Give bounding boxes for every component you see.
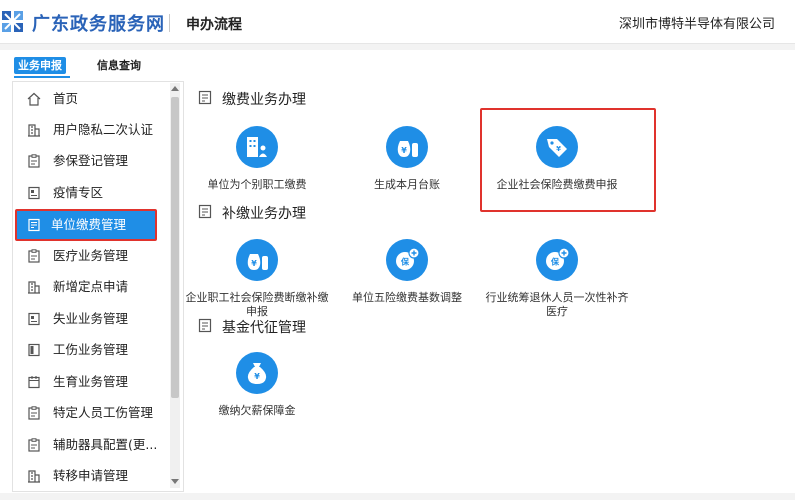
svg-text:¥: ¥: [254, 372, 260, 381]
money-bag-icon: ¥: [247, 254, 268, 270]
sidebar-item-enrollment[interactable]: 参保登记管理: [17, 146, 159, 176]
service-label: 企业职工社会保险费断缴补缴申报: [185, 291, 329, 318]
sidebar-item-medical[interactable]: 医疗业务管理: [17, 241, 159, 271]
form-icon: [28, 218, 40, 232]
service-wage-guarantee[interactable]: ¥ 缴纳欠薪保障金: [182, 352, 332, 418]
service-icon-circle: ¥: [386, 126, 428, 168]
service-icon-circle: ¥: [236, 352, 278, 394]
sidebar-item-label: 单位缴费管理: [51, 217, 127, 232]
sidebar-item-label: 首页: [53, 91, 79, 106]
service-base-adjustment[interactable]: 保 单位五险缴费基数调整: [332, 239, 482, 305]
sidebar-item-privacy-auth[interactable]: 用户隐私二次认证: [17, 115, 159, 145]
sidebar-item-transfer[interactable]: 转移申请管理: [17, 461, 159, 491]
section-title-payment: 缴费业务办理: [222, 92, 306, 108]
service-individual-payment[interactable]: 单位为个别职工缴费: [182, 126, 332, 192]
sidebar-menu: 首页 用户隐私二次认证 参保登记管理 疫情专区 单位缴费管理 医疗业务管理 新增…: [12, 81, 184, 492]
form-icon: [198, 90, 212, 105]
document-icon: [28, 343, 40, 357]
service-label: 生成本月台账: [374, 178, 440, 191]
sidebar-item-label: 生育业务管理: [53, 374, 129, 389]
scroll-down-arrow-icon[interactable]: [171, 479, 179, 484]
sidebar-item-label: 特定人员工伤管理: [53, 405, 154, 420]
active-tab-underline: [14, 76, 70, 78]
service-icon-circle: ¥: [236, 239, 278, 281]
sidebar-item-assistive-devices[interactable]: 辅助器具配置(更...: [17, 430, 159, 460]
building-icon: [28, 470, 40, 483]
service-label: 行业统筹退休人员一次性补齐医疗: [485, 291, 629, 318]
service-icon-circle: [236, 126, 278, 168]
page-subtitle: 申办流程: [186, 17, 242, 33]
sidebar-item-special-injury[interactable]: 特定人员工伤管理: [17, 398, 159, 428]
sidebar-item-label: 用户隐私二次认证: [53, 122, 154, 137]
top-tab-bar: 业务申报 信息查询: [0, 50, 795, 78]
tab-business-declare[interactable]: 业务申报: [14, 57, 66, 74]
insurance-plus-icon: 保: [396, 247, 420, 270]
calendar-icon: [28, 376, 40, 389]
building-person-icon: [247, 137, 267, 157]
clipboard-icon: [28, 154, 40, 168]
yuan-bag-icon: ¥: [247, 363, 267, 384]
page-bottom-band: [0, 493, 795, 500]
header-divider: [169, 14, 170, 32]
clipboard-icon: [28, 438, 40, 452]
sidebar-item-epidemic[interactable]: 疫情专区: [17, 178, 159, 208]
form-icon: [198, 204, 212, 219]
service-label: 单位五险缴费基数调整: [352, 291, 462, 304]
service-icon-circle: 保: [536, 239, 578, 281]
sidebar-item-unit-payment[interactable]: 单位缴费管理: [15, 209, 157, 241]
sidebar-item-label: 疫情专区: [53, 185, 104, 200]
service-monthly-ledger[interactable]: ¥ 生成本月台账: [332, 126, 482, 192]
logo-icon: [2, 11, 23, 32]
site-title[interactable]: 广东政务服务网: [32, 10, 165, 36]
service-retiree-medical[interactable]: 保 行业统筹退休人员一次性补齐医疗: [482, 239, 632, 319]
sidebar-item-work-injury[interactable]: 工伤业务管理: [17, 335, 159, 365]
sidebar-item-label: 参保登记管理: [53, 153, 129, 168]
svg-text:保: 保: [400, 257, 410, 267]
section-title-back-payment: 补缴业务办理: [222, 206, 306, 222]
scroll-up-arrow-icon[interactable]: [171, 86, 179, 91]
id-card-icon: [28, 186, 40, 200]
svg-text:¥: ¥: [401, 146, 407, 155]
sidebar-item-unemployment[interactable]: 失业业务管理: [17, 304, 159, 334]
scroll-thumb[interactable]: [171, 97, 179, 398]
insurance-plus-icon: 保: [546, 247, 570, 270]
clipboard-icon: [28, 249, 40, 263]
service-label: 缴纳欠薪保障金: [218, 404, 296, 417]
sidebar-item-label: 工伤业务管理: [53, 342, 129, 357]
header-bar: 广东政务服务网 申办流程 深圳市博特半导体有限公司: [0, 0, 795, 44]
sidebar-scrollbar[interactable]: [170, 83, 180, 488]
building-icon: [28, 281, 40, 294]
tab-info-query[interactable]: 信息查询: [97, 57, 141, 74]
company-name[interactable]: 深圳市博特半导体有限公司: [619, 13, 775, 32]
sidebar-item-maternity[interactable]: 生育业务管理: [17, 367, 159, 397]
svg-text:¥: ¥: [251, 259, 257, 268]
sidebar-item-label: 失业业务管理: [53, 311, 129, 326]
id-card-icon: [28, 312, 40, 326]
sidebar-item-label: 转移申请管理: [53, 468, 129, 483]
service-label: 单位为个别职工缴费: [207, 178, 307, 191]
svg-text:保: 保: [550, 257, 560, 267]
building-icon: [28, 124, 40, 137]
form-icon: [198, 318, 212, 333]
sidebar-item-new-designated[interactable]: 新增定点申请: [17, 272, 159, 302]
sidebar-item-label: 新增定点申请: [53, 279, 129, 294]
service-back-payment-declaration[interactable]: ¥ 企业职工社会保险费断缴补缴申报: [182, 239, 332, 319]
home-icon: [27, 92, 41, 106]
money-bag-icon: ¥: [397, 141, 418, 157]
sidebar-item-label: 医疗业务管理: [53, 248, 129, 263]
clipboard-icon: [28, 406, 40, 420]
service-icon-circle: 保: [386, 239, 428, 281]
sidebar-item-home[interactable]: 首页: [17, 84, 159, 114]
highlight-box: [480, 108, 656, 212]
sidebar-item-label: 辅助器具配置(更...: [53, 437, 158, 452]
section-title-fund-collection: 基金代征管理: [222, 320, 306, 336]
